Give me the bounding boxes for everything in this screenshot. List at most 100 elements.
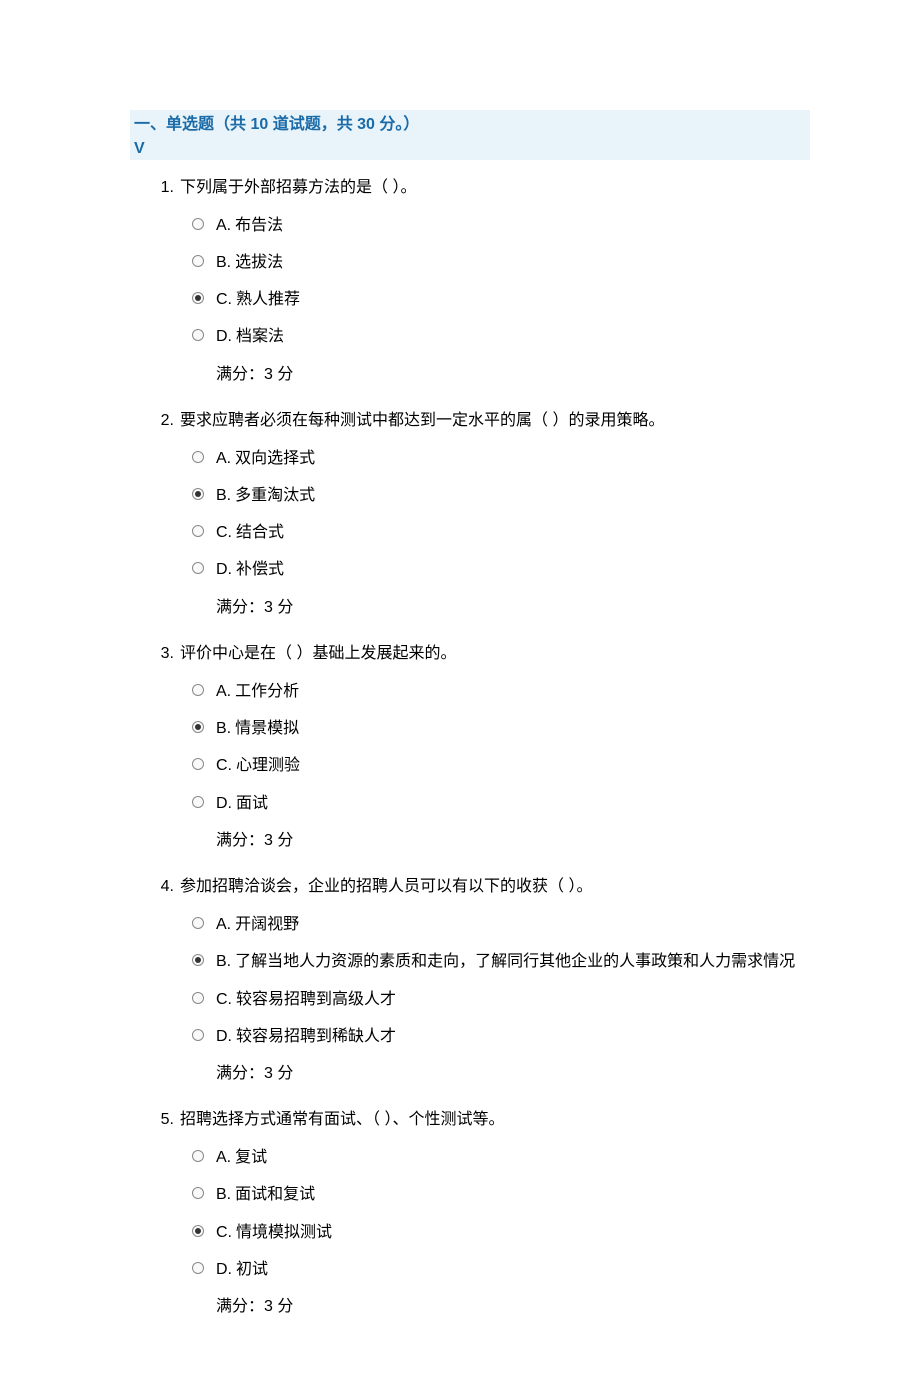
question-text: 下列属于外部招募方法的是（ ）。 [180,174,810,201]
radio-icon [192,218,204,230]
radio-icon [192,796,204,808]
option-d[interactable]: D.档案法 [192,318,810,355]
radio-icon [192,992,204,1004]
option-letter: B. [216,948,231,975]
question-2: 2. 要求应聘者必须在每种测试中都达到一定水平的属（ ）的录用策略。 A.双向选… [130,401,810,626]
option-text: 情景模拟 [235,715,810,742]
radio-icon [192,329,204,341]
question-stem: 3. 评价中心是在（ ）基础上发展起来的。 [130,634,810,673]
section-header: 一、单选题（共 10 道试题，共 30 分。） [130,110,810,140]
option-d[interactable]: D.较容易招聘到稀缺人才 [192,1018,810,1055]
question-text: 招聘选择方式通常有面试、（ ）、个性测试等。 [180,1106,810,1133]
radio-icon [192,1187,204,1199]
question-number: 2. [152,407,174,434]
score-line: 满分：3 分 [130,1055,810,1092]
option-c[interactable]: C.结合式 [192,514,810,551]
option-text: 档案法 [236,323,810,350]
option-letter: C. [216,986,232,1013]
option-letter: C. [216,1219,232,1246]
radio-icon [192,758,204,770]
option-c[interactable]: C.较容易招聘到高级人才 [192,981,810,1018]
option-letter: B. [216,715,231,742]
radio-icon [192,451,204,463]
radio-icon [192,255,204,267]
option-a[interactable]: A.布告法 [192,207,810,244]
option-group: A.双向选择式 B.多重淘汰式 C.结合式 D.补偿式 [130,440,810,589]
option-d[interactable]: D.面试 [192,785,810,822]
question-stem: 2. 要求应聘者必须在每种测试中都达到一定水平的属（ ）的录用策略。 [130,401,810,440]
option-b[interactable]: B.情景模拟 [192,710,810,747]
option-b[interactable]: B.面试和复试 [192,1176,810,1213]
option-letter: B. [216,482,231,509]
option-b[interactable]: B.多重淘汰式 [192,477,810,514]
question-number: 1. [152,174,174,201]
option-c[interactable]: C.熟人推荐 [192,281,810,318]
question-stem: 4. 参加招聘洽谈会，企业的招聘人员可以有以下的收获（ ）。 [130,867,810,906]
radio-icon [192,488,204,500]
option-text: 布告法 [235,212,810,239]
question-number: 4. [152,873,174,900]
option-text: 面试和复试 [235,1181,810,1208]
option-letter: B. [216,1181,231,1208]
option-letter: D. [216,556,232,583]
option-letter: C. [216,752,232,779]
option-letter: D. [216,790,232,817]
score-line: 满分：3 分 [130,589,810,626]
option-text: 较容易招聘到稀缺人才 [236,1023,810,1050]
option-d[interactable]: D.补偿式 [192,551,810,588]
option-a[interactable]: A.双向选择式 [192,440,810,477]
option-text: 心理测验 [236,752,810,779]
option-text: 工作分析 [235,678,810,705]
option-c[interactable]: C.心理测验 [192,747,810,784]
option-text: 较容易招聘到高级人才 [236,986,810,1013]
option-text: 初试 [236,1256,810,1283]
score-line: 满分：3 分 [130,356,810,393]
option-letter: D. [216,1256,232,1283]
option-group: A.布告法 B.选拔法 C.熟人推荐 D.档案法 [130,207,810,356]
radio-icon [192,1029,204,1041]
question-5: 5. 招聘选择方式通常有面试、（ ）、个性测试等。 A.复试 B.面试和复试 C… [130,1100,810,1325]
option-text: 结合式 [236,519,810,546]
radio-icon [192,684,204,696]
question-number: 5. [152,1106,174,1133]
option-b[interactable]: B.选拔法 [192,244,810,281]
option-d[interactable]: D.初试 [192,1251,810,1288]
option-letter: B. [216,249,231,276]
question-text: 评价中心是在（ ）基础上发展起来的。 [180,640,810,667]
section-mark: V [130,140,810,160]
option-letter: C. [216,519,232,546]
score-line: 满分：3 分 [130,1288,810,1325]
option-letter: A. [216,212,231,239]
option-text: 面试 [236,790,810,817]
option-text: 复试 [235,1144,810,1171]
option-text: 补偿式 [236,556,810,583]
radio-icon [192,1150,204,1162]
option-c[interactable]: C.情境模拟测试 [192,1214,810,1251]
option-group: A.工作分析 B.情景模拟 C.心理测验 D.面试 [130,673,810,822]
option-text: 开阔视野 [235,911,810,938]
question-number: 3. [152,640,174,667]
score-line: 满分：3 分 [130,822,810,859]
radio-icon [192,721,204,733]
radio-icon [192,917,204,929]
question-4: 4. 参加招聘洽谈会，企业的招聘人员可以有以下的收获（ ）。 A.开阔视野 B.… [130,867,810,1092]
option-text: 多重淘汰式 [235,482,810,509]
option-text: 选拔法 [235,249,810,276]
option-letter: D. [216,323,232,350]
question-text: 要求应聘者必须在每种测试中都达到一定水平的属（ ）的录用策略。 [180,407,810,434]
option-a[interactable]: A.开阔视野 [192,906,810,943]
option-letter: A. [216,1144,231,1171]
radio-icon [192,292,204,304]
question-list: 1. 下列属于外部招募方法的是（ ）。 A.布告法 B.选拔法 C.熟人推荐 D… [130,168,810,1326]
option-b[interactable]: B.了解当地人力资源的素质和走向，了解同行其他企业的人事政策和人力需求情况 [192,943,810,980]
radio-icon [192,562,204,574]
option-text: 双向选择式 [235,445,810,472]
option-letter: A. [216,445,231,472]
option-a[interactable]: A.复试 [192,1139,810,1176]
question-1: 1. 下列属于外部招募方法的是（ ）。 A.布告法 B.选拔法 C.熟人推荐 D… [130,168,810,393]
radio-icon [192,525,204,537]
option-text: 了解当地人力资源的素质和走向，了解同行其他企业的人事政策和人力需求情况 [235,948,810,975]
option-a[interactable]: A.工作分析 [192,673,810,710]
radio-icon [192,954,204,966]
option-group: A.复试 B.面试和复试 C.情境模拟测试 D.初试 [130,1139,810,1288]
